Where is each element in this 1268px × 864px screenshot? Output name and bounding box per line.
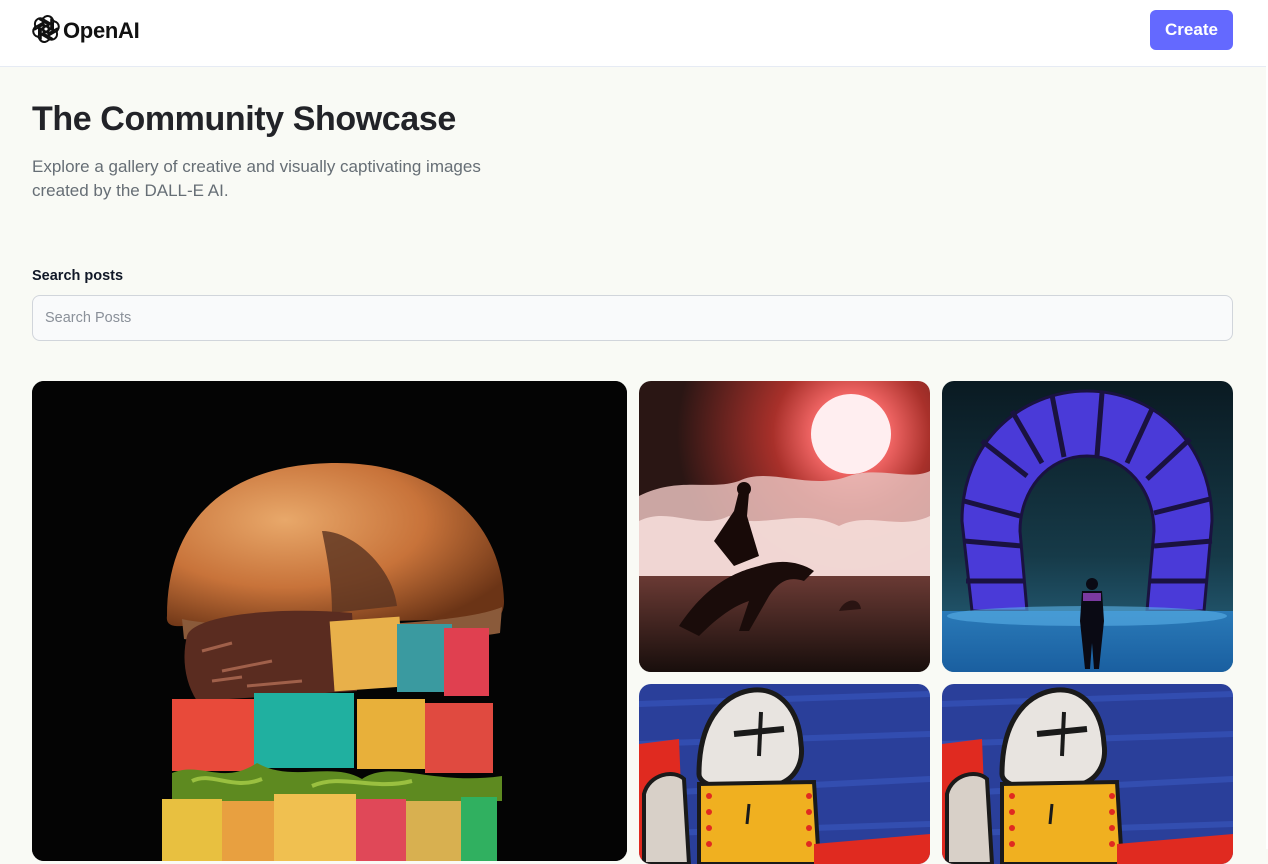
gallery-card-rider[interactable]: [639, 381, 930, 672]
openai-logo-icon: [32, 14, 60, 48]
search-label: Search posts: [32, 268, 124, 284]
portal-image: [942, 381, 1233, 672]
top-header: OpenAI Create: [0, 0, 1266, 67]
search-input[interactable]: [32, 295, 1233, 341]
page-subtitle: Explore a gallery of creative and visual…: [32, 157, 481, 200]
gallery-card-burger[interactable]: [32, 381, 627, 861]
create-button[interactable]: Create: [1150, 10, 1233, 50]
gallery-card-robot-1[interactable]: [639, 684, 930, 864]
gallery-card-portal[interactable]: [942, 381, 1233, 672]
rider-image: [639, 381, 930, 672]
burger-image: [32, 381, 627, 861]
robot-image-2: [942, 684, 1233, 864]
logo[interactable]: OpenAI: [32, 14, 140, 48]
logo-text: OpenAI: [63, 18, 140, 43]
page-title: The Community Showcase: [32, 100, 456, 138]
gallery-card-robot-2[interactable]: [942, 684, 1233, 864]
robot-image-1: [639, 684, 930, 864]
